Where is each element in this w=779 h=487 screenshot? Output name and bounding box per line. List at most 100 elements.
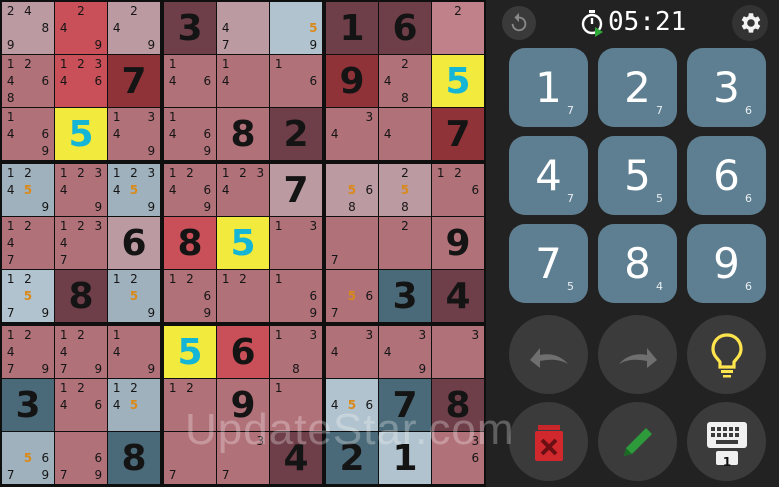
- sudoku-cell[interactable]: 34: [326, 326, 378, 378]
- sudoku-cell[interactable]: 126 9: [164, 270, 216, 322]
- digit-button-8[interactable]: 84: [598, 224, 677, 303]
- sudoku-cell[interactable]: 4: [432, 270, 484, 322]
- sudoku-cell[interactable]: 124 7 9: [55, 326, 107, 378]
- sudoku-cell[interactable]: 8: [55, 270, 107, 322]
- sudoku-cell[interactable]: 37: [217, 432, 269, 484]
- sudoku-cell[interactable]: 3: [432, 326, 484, 378]
- sudoku-cell[interactable]: 7: [108, 55, 160, 107]
- sudoku-cell[interactable]: 1 4 6 9: [164, 108, 216, 160]
- sudoku-cell[interactable]: 2 5 8: [379, 164, 431, 216]
- sudoku-cell[interactable]: 3 4 9: [379, 326, 431, 378]
- sudoku-cell[interactable]: 6: [108, 217, 160, 269]
- sudoku-cell[interactable]: 2: [432, 2, 484, 54]
- sudoku-cell[interactable]: 59: [270, 2, 322, 54]
- sudoku-cell[interactable]: 126: [432, 164, 484, 216]
- sudoku-cell[interactable]: 3: [379, 270, 431, 322]
- pencil-button[interactable]: [598, 402, 677, 481]
- sudoku-cell[interactable]: 123 4 6: [55, 55, 107, 107]
- digit-button-3[interactable]: 36: [687, 48, 766, 127]
- sudoku-cell[interactable]: 7: [270, 164, 322, 216]
- digit-button-5[interactable]: 55: [598, 136, 677, 215]
- sudoku-cell[interactable]: 123 459: [108, 164, 160, 216]
- sudoku-cell[interactable]: 3: [164, 2, 216, 54]
- sudoku-cell[interactable]: 36: [432, 432, 484, 484]
- sudoku-cell[interactable]: 8: [432, 379, 484, 431]
- sudoku-cell[interactable]: 124 6: [55, 379, 107, 431]
- sudoku-cell[interactable]: 5: [432, 55, 484, 107]
- sudoku-cell[interactable]: 5: [217, 217, 269, 269]
- sudoku-cell[interactable]: 9: [326, 55, 378, 107]
- sudoku-cell[interactable]: 123 4: [217, 164, 269, 216]
- sudoku-cell[interactable]: 34: [326, 108, 378, 160]
- sudoku-cell[interactable]: 12: [217, 270, 269, 322]
- sudoku-cell[interactable]: 1: [379, 432, 431, 484]
- sudoku-cell[interactable]: 47: [217, 2, 269, 54]
- digit-button-6[interactable]: 66: [687, 136, 766, 215]
- sudoku-cell[interactable]: 2: [326, 432, 378, 484]
- sudoku-cell[interactable]: 1 6 9: [270, 270, 322, 322]
- sudoku-cell[interactable]: 124 7: [2, 217, 54, 269]
- sudoku-cell[interactable]: 1 4 6: [164, 55, 216, 107]
- sudoku-cell[interactable]: 8: [108, 432, 160, 484]
- sudoku-cell[interactable]: 3: [2, 379, 54, 431]
- sudoku-cell[interactable]: 2: [270, 108, 322, 160]
- sudoku-cell[interactable]: 24 9: [108, 2, 160, 54]
- sudoku-cell[interactable]: 1245: [108, 379, 160, 431]
- sudoku-cell[interactable]: 6 7 9: [55, 432, 107, 484]
- cell-value: 5: [68, 113, 94, 155]
- sudoku-cell[interactable]: 7: [164, 432, 216, 484]
- sudoku-cell[interactable]: 4: [270, 432, 322, 484]
- sudoku-cell[interactable]: 1 4 6 9: [2, 108, 54, 160]
- erase-button[interactable]: [509, 402, 588, 481]
- sudoku-cell[interactable]: 1 4 9: [108, 326, 160, 378]
- sudoku-cell[interactable]: 9: [432, 217, 484, 269]
- sudoku-cell[interactable]: 124 7 9: [2, 326, 54, 378]
- digit-button-4[interactable]: 47: [509, 136, 588, 215]
- sudoku-cell[interactable]: 14: [217, 55, 269, 107]
- sudoku-cell[interactable]: 6: [217, 326, 269, 378]
- sudoku-cell[interactable]: 9: [217, 379, 269, 431]
- sudoku-cell[interactable]: 124 6 9: [164, 164, 216, 216]
- redo-button[interactable]: [598, 315, 677, 394]
- sudoku-cell[interactable]: 12459: [2, 164, 54, 216]
- settings-button[interactable]: [732, 5, 768, 41]
- sudoku-cell[interactable]: 7: [326, 217, 378, 269]
- sudoku-cell[interactable]: 8: [217, 108, 269, 160]
- hint-button[interactable]: [687, 315, 766, 394]
- sudoku-cell[interactable]: 568: [326, 164, 378, 216]
- sudoku-cell[interactable]: 1: [326, 2, 378, 54]
- sudoku-cell[interactable]: 123 4 7: [55, 217, 107, 269]
- sudoku-cell[interactable]: 456: [326, 379, 378, 431]
- sudoku-cell[interactable]: 7: [432, 108, 484, 160]
- sudoku-cell[interactable]: 24 9: [55, 2, 107, 54]
- undo-button[interactable]: [509, 315, 588, 394]
- sudoku-cell[interactable]: 13: [270, 217, 322, 269]
- sudoku-cell[interactable]: 123 4 9: [55, 164, 107, 216]
- sudoku-cell[interactable]: 56 7: [326, 270, 378, 322]
- sudoku-cell[interactable]: 248: [379, 55, 431, 107]
- keyboard-button[interactable]: 1: [687, 402, 766, 481]
- sudoku-cell[interactable]: 6: [379, 2, 431, 54]
- sudoku-cell[interactable]: 12: [164, 379, 216, 431]
- digit-button-1[interactable]: 17: [509, 48, 588, 127]
- sudoku-cell[interactable]: 8: [164, 217, 216, 269]
- pencil-mark: 1: [6, 218, 15, 233]
- sudoku-cell[interactable]: 4: [379, 108, 431, 160]
- sudoku-cell[interactable]: 5: [55, 108, 107, 160]
- sudoku-cell[interactable]: 2: [379, 217, 431, 269]
- sudoku-cell[interactable]: 12 59: [108, 270, 160, 322]
- restart-button[interactable]: [502, 6, 536, 40]
- sudoku-cell[interactable]: 16: [270, 55, 322, 107]
- sudoku-cell[interactable]: 124 6 8: [2, 55, 54, 107]
- sudoku-cell[interactable]: 12 57 9: [2, 270, 54, 322]
- sudoku-cell[interactable]: 5: [164, 326, 216, 378]
- sudoku-cell[interactable]: 1 3 4 9: [108, 108, 160, 160]
- sudoku-cell[interactable]: 1: [270, 379, 322, 431]
- sudoku-cell[interactable]: 7: [379, 379, 431, 431]
- digit-button-7[interactable]: 75: [509, 224, 588, 303]
- sudoku-cell[interactable]: 248 9: [2, 2, 54, 54]
- sudoku-cell[interactable]: 1 3 8: [270, 326, 322, 378]
- digit-button-9[interactable]: 96: [687, 224, 766, 303]
- sudoku-cell[interactable]: 56 7 9: [2, 432, 54, 484]
- digit-button-2[interactable]: 27: [598, 48, 677, 127]
